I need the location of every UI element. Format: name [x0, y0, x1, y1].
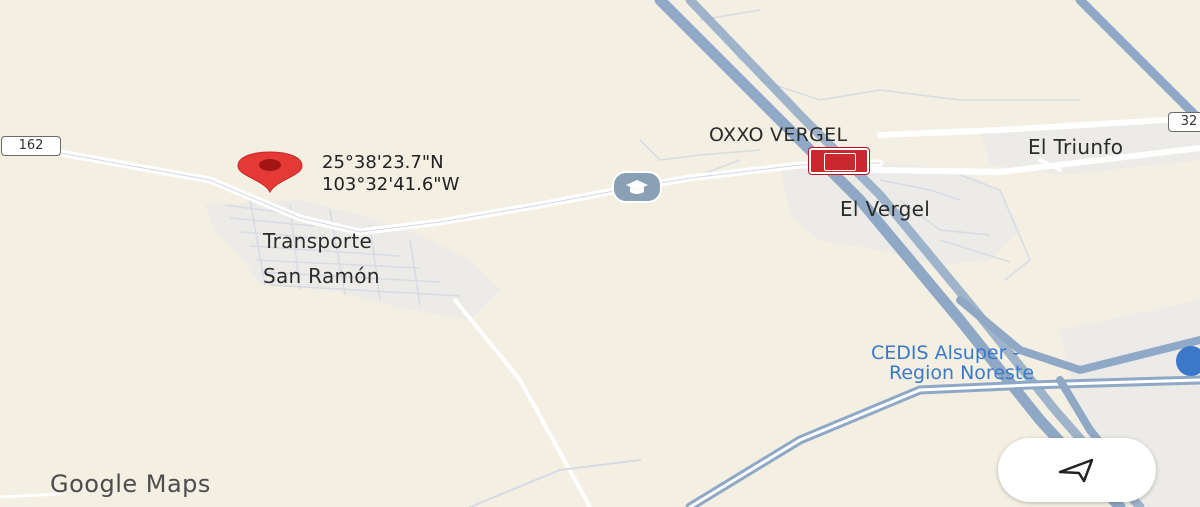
navigate-button[interactable] [998, 438, 1156, 502]
store-icon-inner [824, 153, 856, 171]
google-maps-logo: Google Maps [50, 470, 211, 498]
poi-label-oxxo-vergel[interactable]: OXXO VERGEL [709, 124, 847, 146]
pin-latitude: 25°38'23.7"N [322, 152, 444, 173]
pin-longitude: 103°32'41.6"W [322, 174, 460, 195]
route-shield-32-label: 32 [1180, 114, 1198, 129]
place-label-el-vergel[interactable]: El Vergel [840, 197, 930, 221]
route-shield-162-label: 162 [18, 138, 44, 153]
graduation-cap-icon [626, 180, 648, 194]
map-canvas[interactable]: 162 32 25°38'23.7"N 103°32'41.6"W Transp… [0, 0, 1200, 507]
place-label-transporte[interactable]: Transporte [263, 229, 372, 253]
map-pin-icon[interactable] [236, 150, 304, 194]
place-label-el-triunfo[interactable]: El Triunfo [1028, 135, 1123, 159]
poi-marker-edge[interactable] [1176, 346, 1200, 376]
route-shield-32: 32 [1168, 112, 1200, 132]
poi-label-cedis-line2[interactable]: Region Noreste [889, 362, 1034, 384]
place-label-san-ramon[interactable]: San Ramón [263, 264, 380, 288]
school-marker[interactable] [612, 171, 662, 203]
store-icon[interactable] [809, 148, 869, 174]
navigation-arrow-icon [1058, 458, 1094, 483]
map-base-layer [0, 0, 1200, 507]
pin-coordinates: 25°38'23.7"N 103°32'41.6"W [322, 152, 459, 196]
route-shield-162: 162 [1, 136, 61, 156]
poi-label-cedis-line1[interactable]: CEDIS Alsuper - [871, 342, 1019, 364]
